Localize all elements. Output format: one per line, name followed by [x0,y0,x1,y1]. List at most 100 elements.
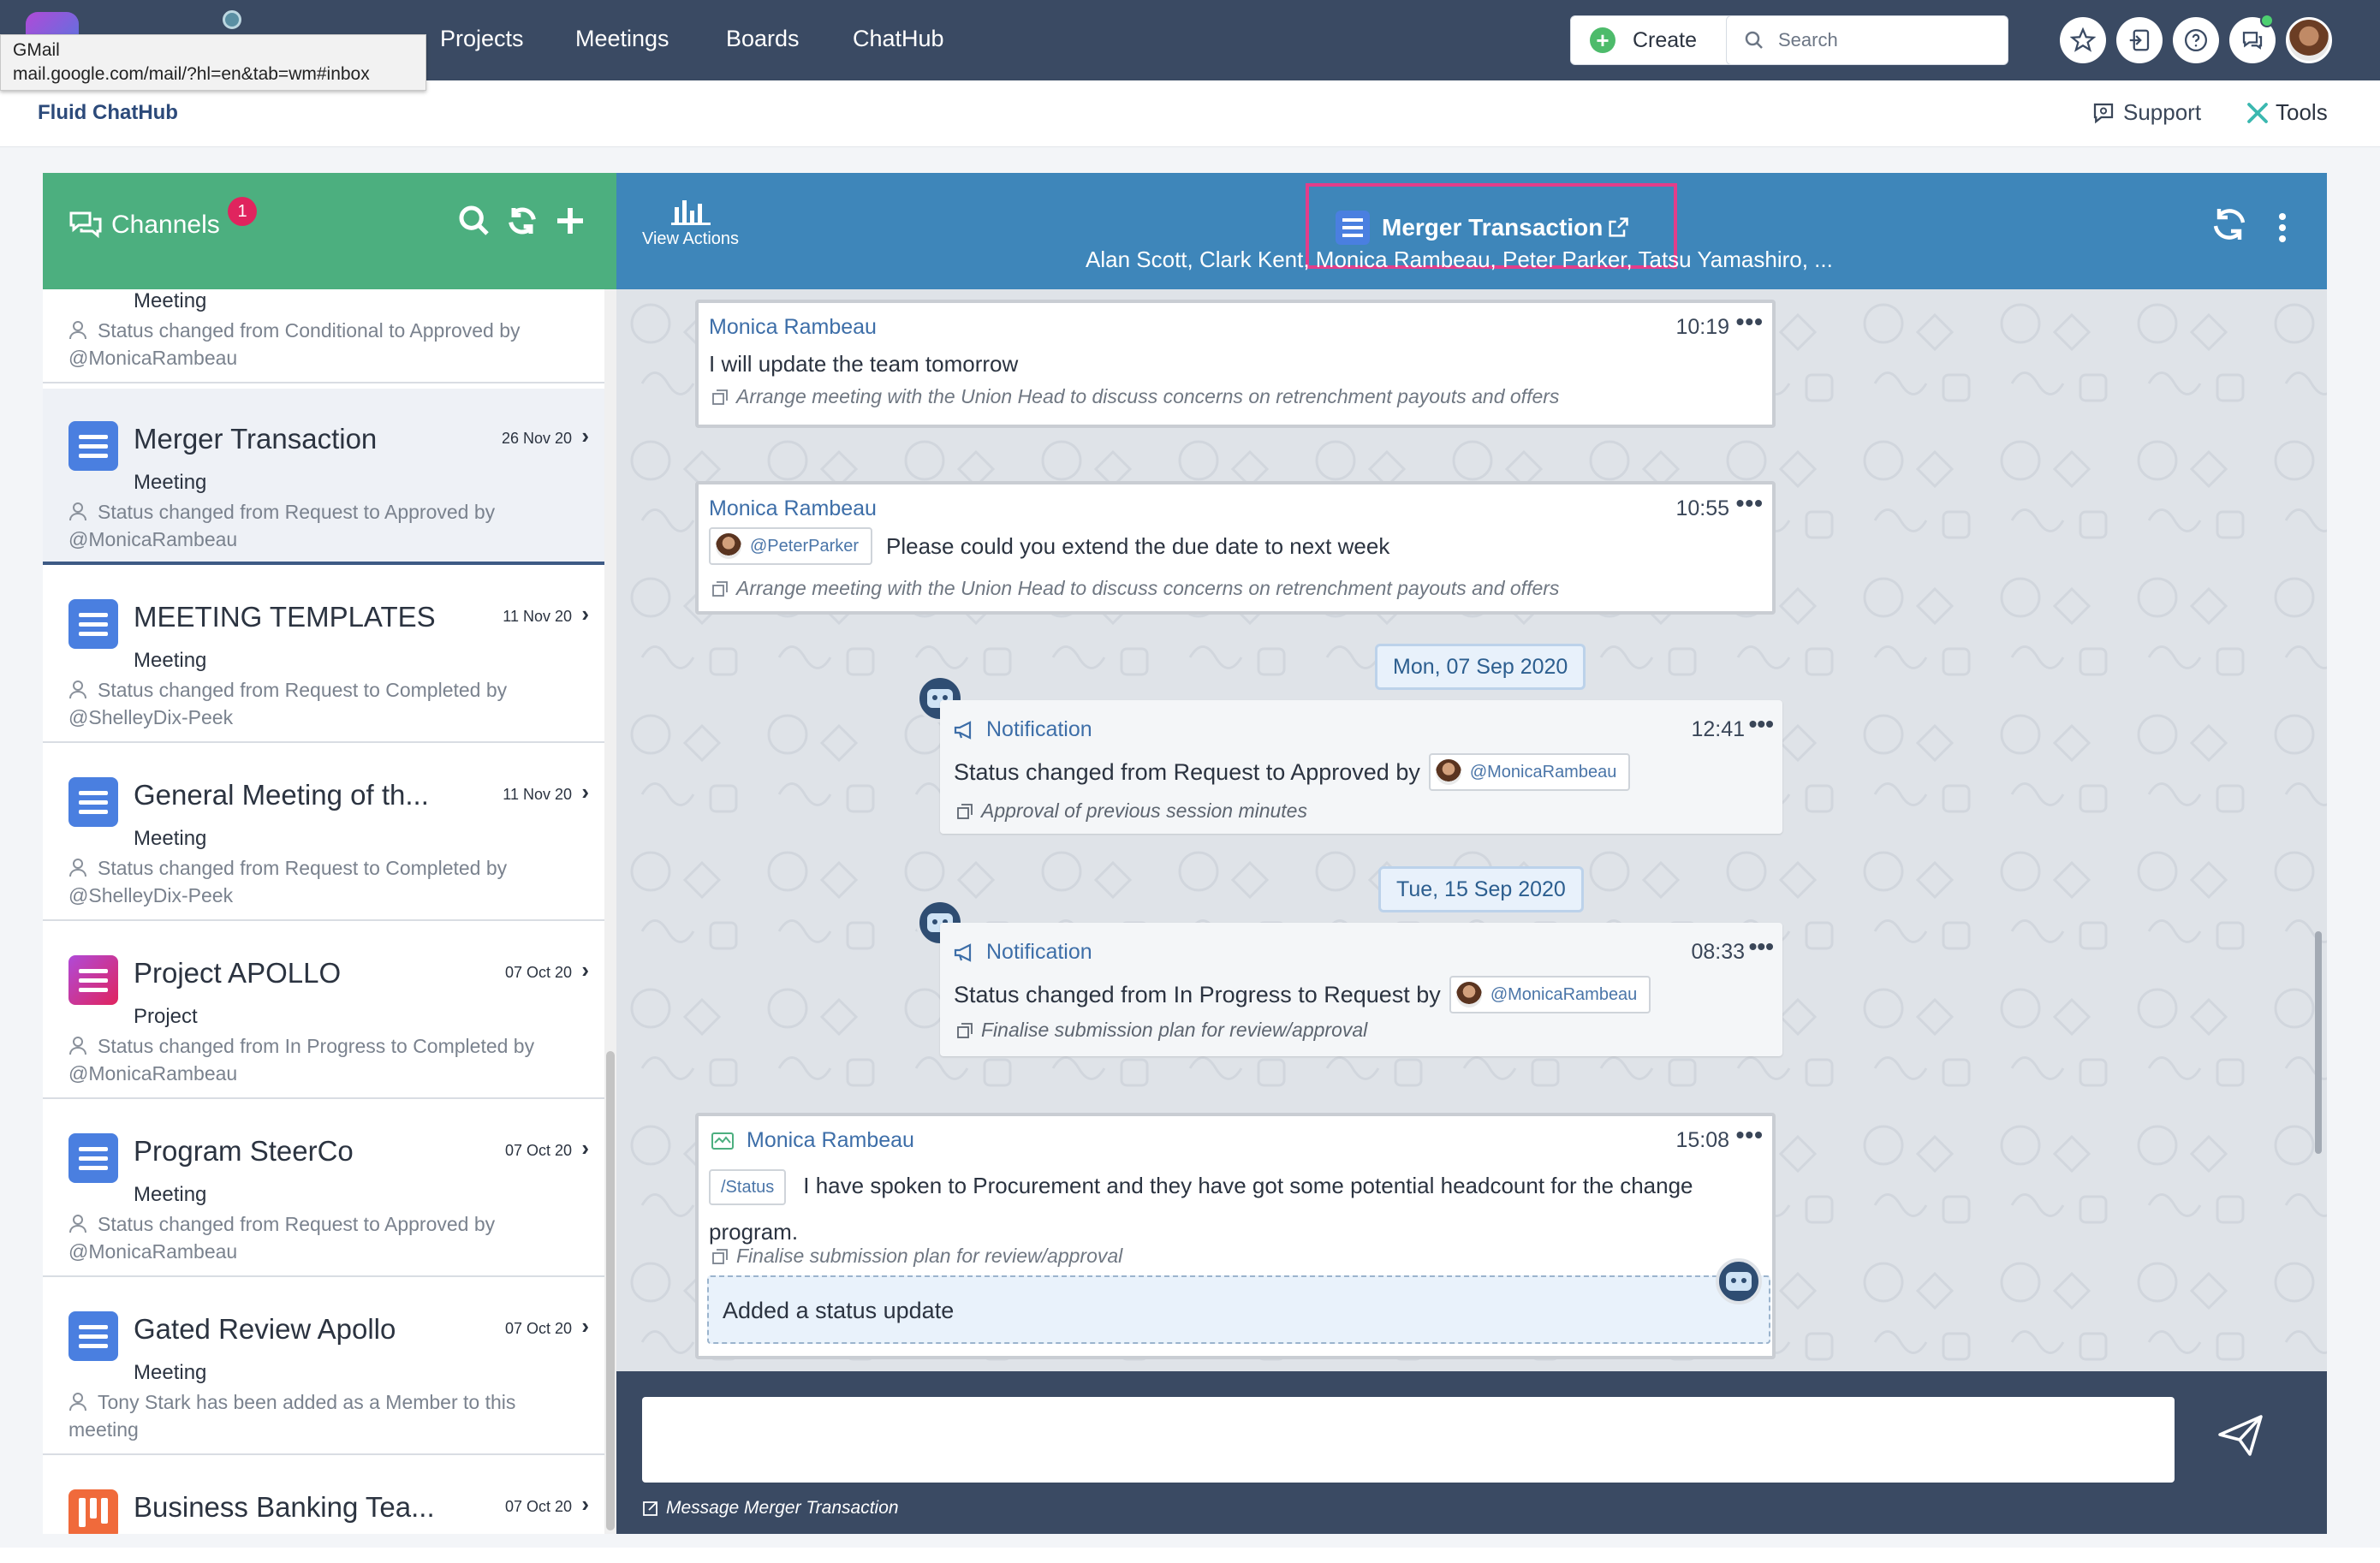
bot-icon [1716,1258,1762,1304]
message-reference[interactable]: Arrange meeting with the Union Head to d… [712,577,1559,600]
message-author: Monica Rambeau [747,1128,914,1152]
notification-title: Notification [954,717,1092,742]
message-author[interactable]: Monica Rambeau [709,496,877,521]
page-title[interactable]: Fluid ChatHub [38,101,178,125]
notification-reference[interactable]: Approval of previous session minutes [957,799,1307,823]
chevron-right-icon: › [581,601,589,627]
message-menu-icon[interactable]: ••• [1736,490,1764,517]
date-separator: Tue, 15 Sep 2020 [1378,866,1584,912]
status-command-tag[interactable]: /Status [709,1169,787,1206]
avatar [716,533,741,559]
avatar [1435,759,1461,785]
message-menu-icon[interactable]: ••• [1749,710,1774,738]
tools-link[interactable]: Tools [2245,99,2328,126]
search-icon[interactable] [457,204,491,238]
nav-projects[interactable]: Projects [440,26,524,52]
linked-item-icon [712,389,728,405]
scrollbar-thumb[interactable] [606,1051,615,1530]
refresh-icon[interactable] [2209,204,2250,245]
view-actions-button[interactable]: View Actions [642,195,739,249]
channel-date: 26 Nov 20 [501,430,572,447]
linked-item-icon [957,1022,973,1038]
message-menu-icon[interactable]: ••• [1736,308,1764,336]
channel-name: Project APOLLO [134,957,342,989]
board-icon [68,1489,118,1534]
chat-title-text: Merger Transaction [1382,214,1604,241]
chat-scrollbar[interactable] [2310,289,2327,1371]
linked-item-icon [957,803,973,819]
notification-card[interactable]: Notification 12:41 ••• Status changed fr… [940,700,1782,834]
channel-name: MEETING TEMPLATES [134,601,436,633]
person-icon [69,680,86,699]
scrollbar-thumb[interactable] [2315,931,2322,1154]
chat-message[interactable]: Monica Rambeau 10:19 ••• I will update t… [695,300,1776,428]
channel-item-project-apollo[interactable]: Project APOLLO 07 Oct 20 › Project Statu… [43,923,604,1099]
linked-item-icon [712,1248,728,1264]
channel-status: Status changed from Request to Approved … [68,501,496,550]
channel-item-gated-review-apollo[interactable]: Gated Review Apollo 07 Oct 20 › Meeting … [43,1279,604,1455]
channel-item[interactable]: Meeting Status changed from Conditional … [43,289,604,383]
nav-chathub[interactable]: ChatHub [853,26,944,52]
channel-item-general-meeting[interactable]: General Meeting of th... 11 Nov 20 › Mee… [43,745,604,921]
notification-reference[interactable]: Finalise submission plan for review/appr… [957,1019,1367,1042]
message-menu-icon[interactable]: ••• [1749,933,1774,960]
channel-item-meeting-templates[interactable]: MEETING TEMPLATES 11 Nov 20 › Meeting St… [43,567,604,743]
message-input[interactable] [642,1397,2175,1483]
favorites-star-icon[interactable] [2060,17,2106,63]
channel-item-merger-transaction[interactable]: Merger Transaction 26 Nov 20 › Meeting S… [43,389,604,565]
message-reference[interactable]: Arrange meeting with the Union Head to d… [712,385,1559,408]
user-avatar[interactable] [2286,17,2332,63]
external-link-icon[interactable] [1606,216,1630,240]
help-icon[interactable] [2173,17,2219,63]
meeting-icon [68,777,118,827]
megaphone-icon [954,720,972,740]
nav-meetings[interactable]: Meetings [575,26,669,52]
tooltip-title: GMail [13,40,60,60]
plus-icon[interactable] [553,204,587,238]
meeting-icon [68,1133,118,1183]
channel-type: Project [134,1005,198,1028]
kebab-menu-icon[interactable] [2277,212,2288,243]
user-mention[interactable]: @MonicaRambeau [1449,976,1651,1013]
channel-item-program-steerco[interactable]: Program SteerCo 07 Oct 20 › Meeting Stat… [43,1101,604,1277]
chat-message[interactable]: Monica Rambeau 15:08 ••• /Status I have s… [695,1113,1776,1359]
chat-header: View Actions Merger Transaction Alan Sco… [616,173,2327,289]
chevron-right-icon: › [581,779,589,805]
user-mention[interactable]: @PeterParker [709,527,873,565]
channel-list-scrollbar[interactable] [604,289,616,1534]
chevron-right-icon: › [581,1313,589,1339]
meeting-icon [68,1311,118,1361]
plus-circle-icon: + [1590,27,1615,53]
channel-status: Status changed from Request to Completed… [68,679,508,728]
channels-header: Channels 1 [43,173,616,289]
message-time: 10:19 [1675,315,1729,339]
channel-name: Merger Transaction [134,423,378,455]
message-reference[interactable]: Finalise submission plan for review/appr… [712,1245,1122,1268]
user-mention[interactable]: @MonicaRambeau [1428,753,1631,791]
chat-members[interactable]: Alan Scott, Clark Kent, Monica Rambeau, … [1086,247,1942,273]
sign-in-icon[interactable] [2116,17,2163,63]
page-bottom-strip [0,1548,2380,1563]
notification-text: Status changed from Request to Approved … [954,753,1631,791]
send-icon[interactable] [2217,1414,2264,1457]
search-input[interactable]: Search [1726,15,2008,65]
channel-item-business-banking[interactable]: Business Banking Tea... 07 Oct 20 › [43,1457,604,1534]
message-menu-icon[interactable]: ••• [1736,1121,1764,1149]
channel-date: 11 Nov 20 [503,786,572,803]
chat-title[interactable]: Merger Transaction [1336,211,1630,245]
support-link[interactable]: Support [2091,99,2201,126]
channel-date: 07 Oct 20 [504,1320,572,1337]
message-author-row[interactable]: Monica Rambeau [711,1128,914,1153]
edit-icon [643,1501,657,1516]
chevron-right-icon: › [581,1135,589,1161]
message-author[interactable]: Monica Rambeau [709,315,877,340]
bar-chart-icon [670,200,711,225]
chat-bubbles-icon [69,211,102,239]
notification-card[interactable]: Notification 08:33 ••• Status changed fr… [940,923,1782,1056]
chat-message[interactable]: Monica Rambeau 10:55 ••• @PeterParker Pl… [695,481,1776,615]
message-text-continued: program. [709,1219,799,1245]
refresh-icon[interactable] [505,204,539,238]
tools-label: Tools [2276,99,2328,125]
nav-boards[interactable]: Boards [726,26,800,52]
linked-item-icon [712,580,728,597]
